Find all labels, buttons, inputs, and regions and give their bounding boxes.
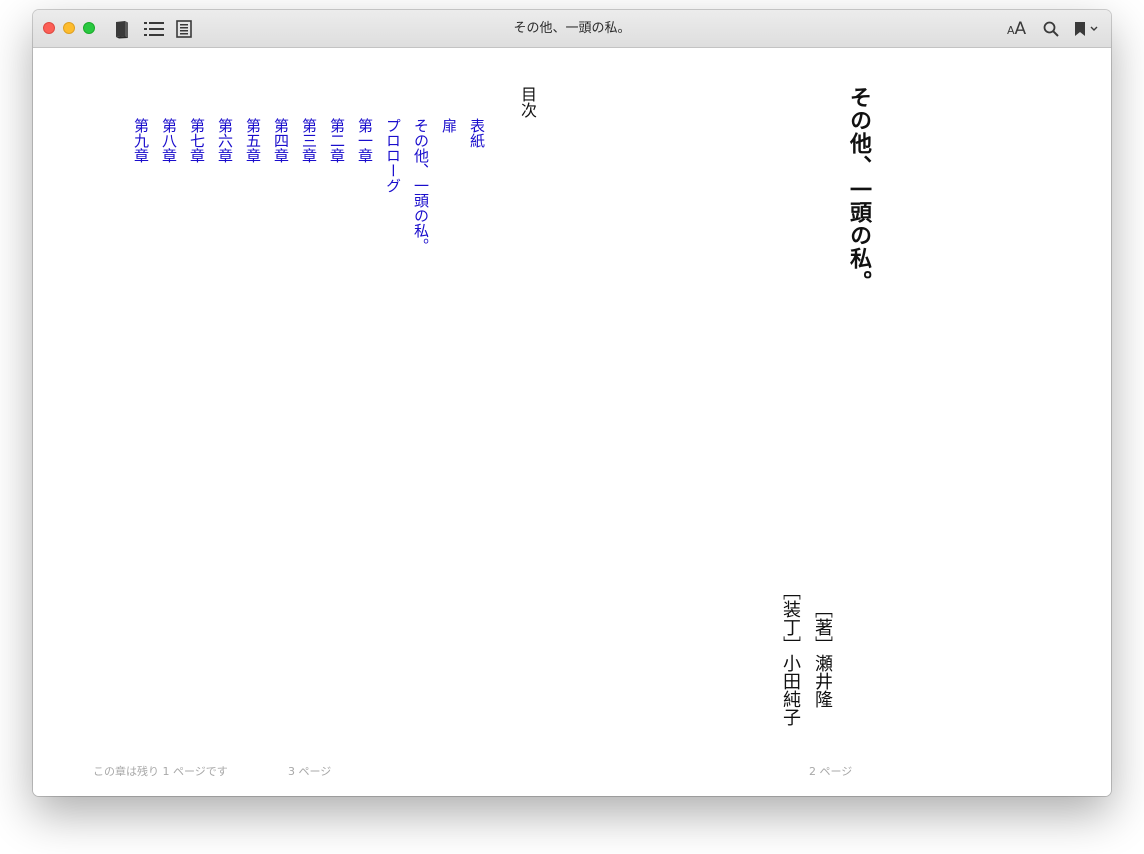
title-bar[interactable]: その他、一頭の私。 AA — [33, 10, 1111, 48]
toc-link-chapter-8[interactable]: 第八章 — [152, 118, 180, 253]
toc-link-chapter-6[interactable]: 第六章 — [208, 118, 236, 253]
reader-window: その他、一頭の私。 AA その他、一頭の私。 ［著］瀬井隆 ［装丁］小田純子 目… — [33, 10, 1111, 796]
font-small-label: A — [1007, 24, 1015, 37]
bookmark-icon — [1074, 22, 1085, 36]
toc-list: 表紙 扉 その他、一頭の私。 プロローグ 第一章 第二章 第三章 第四章 第五章… — [118, 118, 488, 253]
zoom-window-button[interactable] — [83, 22, 95, 34]
book-spread: その他、一頭の私。 ［著］瀬井隆 ［装丁］小田純子 目次 表紙 扉 その他、一頭… — [33, 48, 1111, 796]
chapter-remaining-text: この章は残り 1 ページです — [93, 765, 228, 778]
toc-link-chapter-7[interactable]: 第七章 — [180, 118, 208, 253]
toc-link-chapter-5[interactable]: 第五章 — [236, 118, 264, 253]
toc-link-chapter-4[interactable]: 第四章 — [264, 118, 292, 253]
toc-link-title-page[interactable]: 扉 — [432, 118, 460, 253]
font-size-button[interactable]: AA — [1007, 18, 1033, 40]
window-title: その他、一頭の私。 — [513, 21, 631, 36]
right-page-number: 2 ページ — [809, 765, 853, 778]
search-button[interactable] — [1041, 18, 1061, 40]
author-credit: ［著］瀬井隆 — [812, 600, 833, 708]
notes-icon — [176, 20, 192, 38]
notes-button[interactable] — [175, 18, 193, 40]
search-icon — [1043, 21, 1059, 37]
toc-link-chapter-3[interactable]: 第三章 — [292, 118, 320, 253]
toc-button[interactable] — [143, 18, 165, 40]
toc-link-chapter-2[interactable]: 第二章 — [320, 118, 348, 253]
font-large-label: A — [1014, 19, 1027, 39]
close-window-button[interactable] — [43, 22, 55, 34]
toc-link-prologue[interactable]: プロローグ — [376, 118, 404, 253]
library-button[interactable] — [113, 18, 131, 40]
minimize-window-button[interactable] — [63, 22, 75, 34]
left-page-number: 3 ページ — [288, 765, 332, 778]
toc-heading: 目次 — [518, 86, 537, 118]
toc-link-chapter-1[interactable]: 第一章 — [348, 118, 376, 253]
toc-link-book-title[interactable]: その他、一頭の私。 — [404, 118, 432, 253]
book-icon — [116, 20, 128, 38]
book-title: その他、一頭の私。 — [846, 86, 872, 293]
toc-link-chapter-9[interactable]: 第九章 — [124, 118, 152, 253]
design-credit: ［装丁］小田純子 — [780, 582, 801, 726]
chevron-down-icon — [1090, 26, 1097, 31]
toc-link-cover[interactable]: 表紙 — [460, 118, 488, 253]
list-icon — [144, 22, 164, 36]
bookmark-button[interactable] — [1071, 18, 1101, 40]
